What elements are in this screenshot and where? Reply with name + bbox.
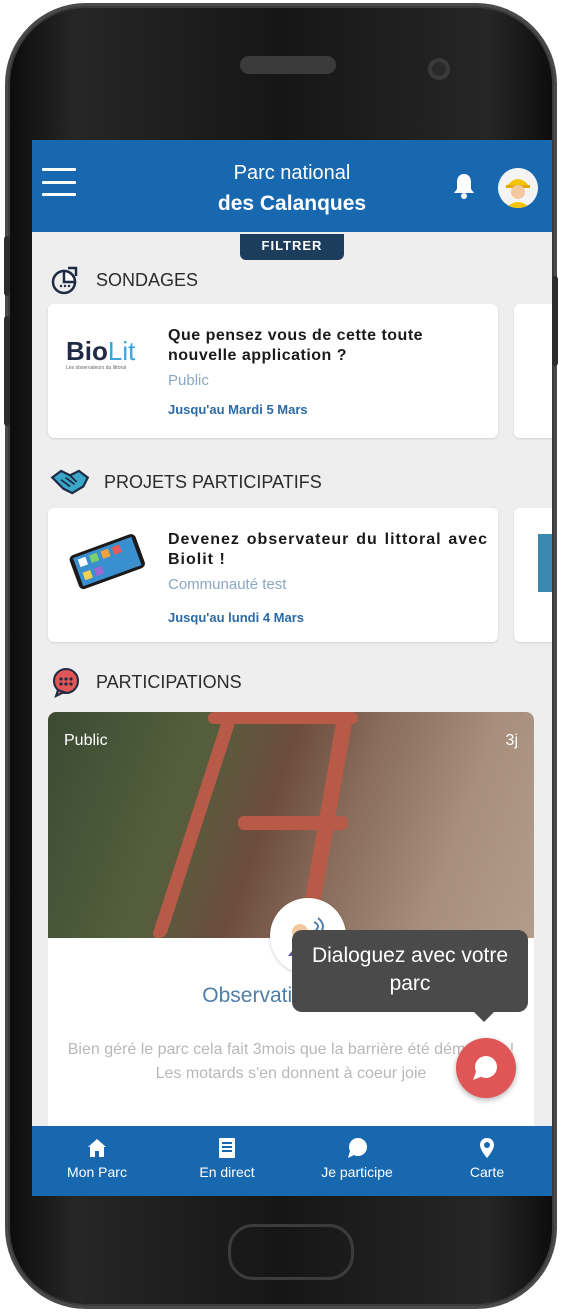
project-audience: Communauté test — [168, 576, 287, 593]
chat-icon — [348, 1138, 367, 1158]
speech-bubble-icon — [53, 668, 79, 698]
nav-label: En direct — [199, 1164, 255, 1180]
project-deadline: Jusqu'au lundi 4 Mars — [168, 610, 305, 625]
visibility-badge: Public — [64, 732, 108, 749]
nav-mon-parc[interactable]: Mon Parc — [32, 1126, 162, 1196]
document-icon — [219, 1138, 235, 1158]
filter-button[interactable]: FILTRER — [240, 234, 344, 260]
survey-deadline: Jusqu'au Mardi 5 Mars — [168, 402, 308, 417]
survey-icon — [51, 266, 78, 295]
photo-barrier-rail — [238, 816, 348, 830]
project-card[interactable]: Devenez observateur du littoral avec Bio… — [48, 508, 498, 642]
nav-carte[interactable]: Carte — [422, 1126, 552, 1196]
nav-je-participe[interactable]: Je participe — [292, 1126, 422, 1196]
age-badge: 3j — [505, 732, 518, 749]
participations-section-header: PARTICIPATIONS — [50, 664, 242, 700]
project-card-next[interactable] — [514, 508, 552, 642]
participations-section-label: PARTICIPATIONS — [96, 671, 242, 692]
side-button — [4, 236, 10, 296]
photo-barrier-rail — [151, 712, 239, 938]
surveys-section-header: SONDAGES — [50, 262, 198, 298]
project-card-next-thumbnail — [538, 534, 552, 592]
bell-icon[interactable] — [452, 172, 476, 200]
speaker — [240, 56, 336, 74]
survey-audience: Public — [168, 372, 209, 389]
handshake-icon — [50, 469, 90, 495]
survey-title: Que pensez vous de cette toute nouvelle … — [168, 327, 424, 364]
front-camera — [428, 58, 450, 80]
dialogue-tooltip: Dialoguez avec votre parc — [292, 930, 528, 1022]
app-bar: Parc national des Calanques — [32, 140, 552, 232]
participation-body: Bien géré le parc cela fait 3mois que la… — [67, 1041, 515, 1082]
nav-en-direct[interactable]: En direct — [162, 1126, 292, 1196]
survey-card[interactable]: BioLit Les observateurs du littoral Que … — [48, 304, 498, 438]
bottom-nav: Mon Parc En direct Je participe Carte — [32, 1126, 552, 1196]
project-thumbnail — [62, 532, 150, 590]
projects-section-label: PROJETS PARTICIPATIFS — [104, 471, 322, 492]
nav-label: Mon Parc — [67, 1164, 127, 1180]
surveys-section-label: SONDAGES — [96, 269, 199, 290]
survey-card-next[interactable] — [514, 304, 552, 438]
photo-barrier-rail — [208, 712, 358, 724]
map-pin-icon — [480, 1138, 494, 1158]
chat-icon — [473, 1056, 497, 1080]
biolit-logo: BioLit Les observateurs du littoral — [66, 336, 136, 371]
project-title: Devenez observateur du littoral avec Bio… — [168, 531, 488, 568]
side-button — [4, 316, 10, 426]
side-button — [552, 276, 558, 366]
user-avatar[interactable] — [498, 168, 538, 208]
app-screen: Parc national des Calanques FILTRER SOND… — [32, 140, 552, 1196]
home-icon — [88, 1139, 106, 1157]
projects-section-header: PROJETS PARTICIPATIFS — [50, 464, 322, 500]
chat-fab[interactable] — [456, 1038, 516, 1098]
nav-label: Carte — [469, 1164, 505, 1180]
nav-label: Je participe — [321, 1164, 393, 1180]
home-button[interactable] — [228, 1224, 354, 1280]
